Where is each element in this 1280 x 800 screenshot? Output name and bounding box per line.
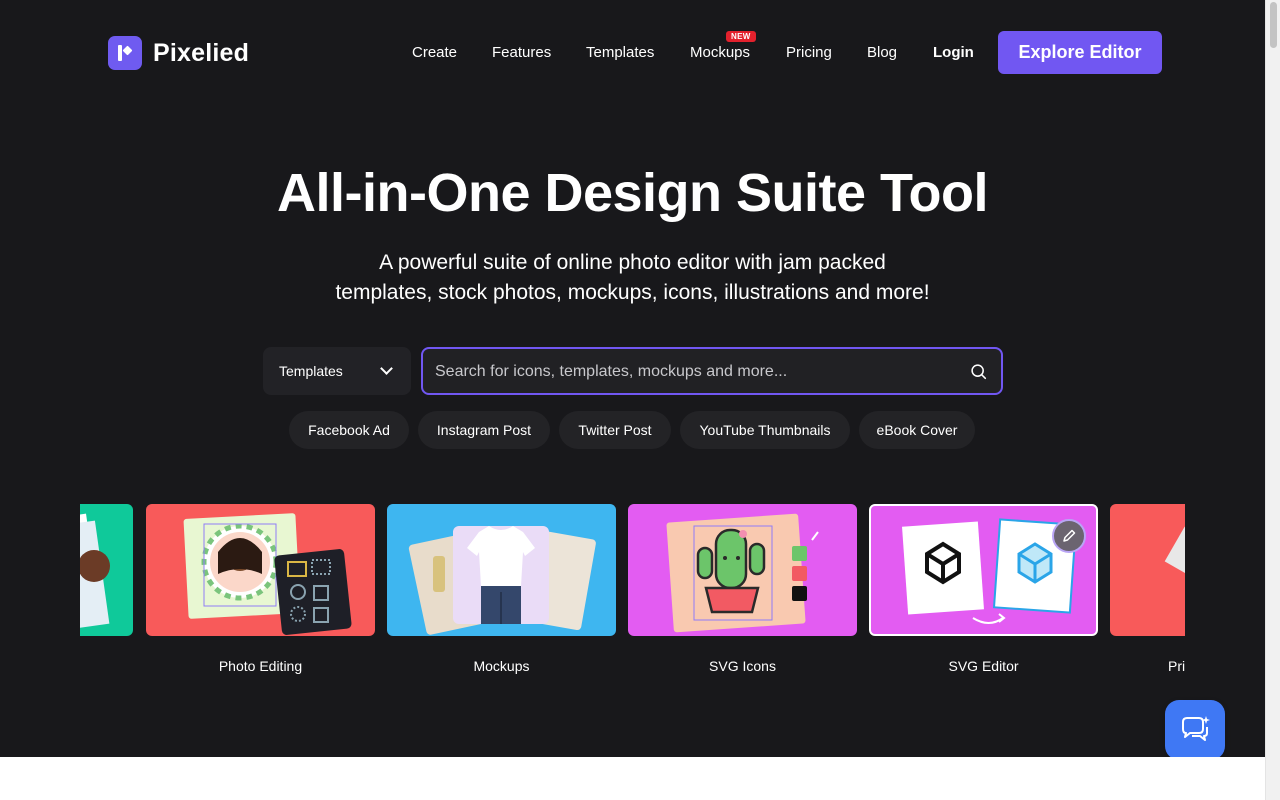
logo-icon: [108, 36, 142, 70]
nav-create[interactable]: Create: [412, 44, 457, 61]
feature-label-svg-icons: SVG Icons: [709, 658, 776, 674]
feature-card-mockups[interactable]: [387, 504, 616, 636]
hero-title: All-in-One Design Suite Tool: [277, 163, 989, 223]
logo[interactable]: Pixelied: [108, 36, 249, 70]
chat-support-button[interactable]: [1165, 700, 1225, 760]
scrollbar-thumb[interactable]: [1270, 2, 1277, 48]
feature-card-partial-left[interactable]: [80, 504, 133, 636]
feature-label-partial-right: Pri: [1168, 658, 1185, 674]
category-select-value: Templates: [279, 363, 343, 379]
chip-twitter-post[interactable]: Twitter Post: [559, 411, 671, 449]
feature-carousel: er Photo Ed: [80, 504, 1185, 684]
explore-editor-button[interactable]: Explore Editor: [998, 31, 1162, 74]
chip-instagram-post[interactable]: Instagram Post: [418, 411, 550, 449]
login-link[interactable]: Login: [933, 44, 974, 61]
feature-label-svg-editor: SVG Editor: [948, 658, 1019, 674]
nav-features[interactable]: Features: [492, 44, 551, 61]
svg-icons-illustration: [666, 513, 819, 633]
chip-ebook-cover[interactable]: eBook Cover: [859, 411, 975, 449]
nav-blog[interactable]: Blog: [867, 44, 897, 61]
new-badge: NEW: [726, 31, 756, 42]
chip-facebook-ad[interactable]: Facebook Ad: [289, 411, 409, 449]
logo-text: Pixelied: [153, 38, 250, 67]
feature-label-partial-left: er: [80, 658, 133, 674]
feature-label-photo-editing: Photo Editing: [218, 658, 303, 674]
next-section: [0, 757, 1265, 800]
card-illustration: [80, 513, 110, 633]
feature-card-svg-editor[interactable]: [869, 504, 1098, 636]
card-illustration: [1164, 526, 1185, 582]
search-input[interactable]: [435, 359, 955, 385]
feature-card-svg-icons[interactable]: [628, 504, 857, 636]
scrollbar[interactable]: [1265, 0, 1280, 800]
pencil-glyph: [1063, 529, 1076, 542]
feature-card-partial-right[interactable]: [1110, 504, 1185, 636]
feature-label-mockups: Mockups: [473, 658, 530, 674]
page: Pixelied Create Features Templates NEW M…: [0, 0, 1280, 800]
photo-editing-illustration: [183, 513, 352, 635]
feature-card-photo-editing[interactable]: [146, 504, 375, 636]
mockups-illustration: [408, 526, 596, 635]
chevron-down-icon: [380, 362, 393, 375]
nav-mockups[interactable]: Mockups: [690, 44, 750, 61]
chat-support-icon: [1182, 716, 1210, 741]
hero-section: Pixelied Create Features Templates NEW M…: [0, 0, 1265, 760]
category-select[interactable]: Templates: [263, 347, 411, 395]
hero-subtitle-line-1: A powerful suite of online photo editor …: [379, 251, 886, 274]
chip-youtube-thumbnails[interactable]: YouTube Thumbnails: [680, 411, 850, 449]
edit-pencil-icon[interactable]: [1052, 519, 1086, 553]
nav-pricing[interactable]: Pricing: [786, 44, 832, 61]
search-box: [421, 347, 1003, 395]
hero-subtitle: A powerful suite of online photo editor …: [0, 248, 1265, 308]
nav-templates[interactable]: Templates: [586, 44, 654, 61]
hero-subtitle-line-2: templates, stock photos, mockups, icons,…: [335, 281, 930, 304]
search-icon[interactable]: [970, 363, 987, 380]
